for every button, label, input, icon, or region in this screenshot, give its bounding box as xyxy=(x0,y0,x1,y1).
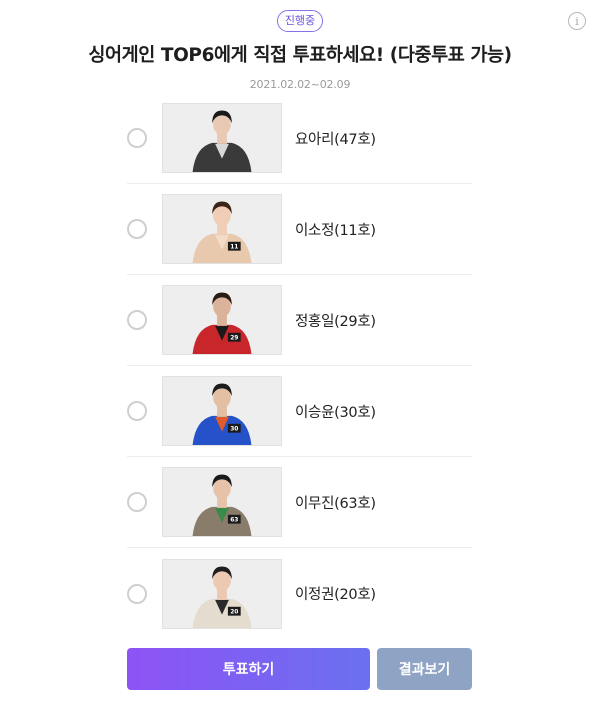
candidate-item[interactable]: 30 이승윤(30호) xyxy=(127,366,472,457)
candidate-item[interactable]: 요아리(47호) xyxy=(127,93,472,184)
candidate-list: 요아리(47호) 11 이소정(11호) 29 정홍일(29호) 30 이승윤(… xyxy=(127,93,472,639)
portrait-illustration: 30 xyxy=(163,377,281,445)
poll-period: 2021.02.02~02.09 xyxy=(249,78,351,91)
candidate-item[interactable]: 63 이무진(63호) xyxy=(127,457,472,548)
radio-button[interactable] xyxy=(127,583,147,604)
vote-button[interactable]: 투표하기 xyxy=(127,648,370,690)
candidate-item[interactable]: 20 이정권(20호) xyxy=(127,548,472,639)
candidate-item[interactable]: 29 정홍일(29호) xyxy=(127,275,472,366)
portrait-illustration xyxy=(163,104,281,172)
candidate-photo: 29 xyxy=(162,285,282,355)
status-badge: 진행중 xyxy=(276,10,324,32)
candidate-item[interactable]: 11 이소정(11호) xyxy=(127,184,472,275)
candidate-name: 이정권(20호) xyxy=(295,587,376,603)
results-button[interactable]: 결과보기 xyxy=(377,648,472,690)
portrait-illustration: 11 xyxy=(163,195,281,263)
radio-button[interactable] xyxy=(127,310,147,330)
candidate-photo: 20 xyxy=(162,558,282,629)
poll-header: 진행중 싱어게인 TOP6에게 직접 투표하세요! (다중투표 가능) 2021… xyxy=(0,0,600,91)
candidate-photo: 63 xyxy=(162,467,282,537)
number-tag: 63 xyxy=(230,518,238,524)
number-tag: 20 xyxy=(230,609,238,615)
portrait-illustration: 63 xyxy=(163,468,281,536)
poll-title: 싱어게인 TOP6에게 직접 투표하세요! (다중투표 가능) xyxy=(88,45,512,66)
info-icon[interactable]: i xyxy=(568,12,586,30)
portrait-illustration: 20 xyxy=(163,559,281,628)
radio-button[interactable] xyxy=(127,128,147,148)
candidate-photo: 30 xyxy=(162,376,282,446)
number-tag: 29 xyxy=(230,336,238,342)
radio-button[interactable] xyxy=(127,401,147,421)
candidate-photo: 11 xyxy=(162,194,282,264)
candidate-name: 정홍일(29호) xyxy=(295,313,376,330)
radio-button[interactable] xyxy=(127,492,147,512)
candidate-photo xyxy=(162,103,282,173)
candidate-name: 이승윤(30호) xyxy=(295,404,376,421)
radio-button[interactable] xyxy=(127,219,147,239)
candidate-name: 이무진(63호) xyxy=(295,495,376,512)
number-tag: 11 xyxy=(230,245,238,251)
portrait-illustration: 29 xyxy=(163,286,281,354)
candidate-name: 요아리(47호) xyxy=(295,131,376,148)
number-tag: 30 xyxy=(230,427,238,433)
candidate-name: 이소정(11호) xyxy=(295,222,376,239)
